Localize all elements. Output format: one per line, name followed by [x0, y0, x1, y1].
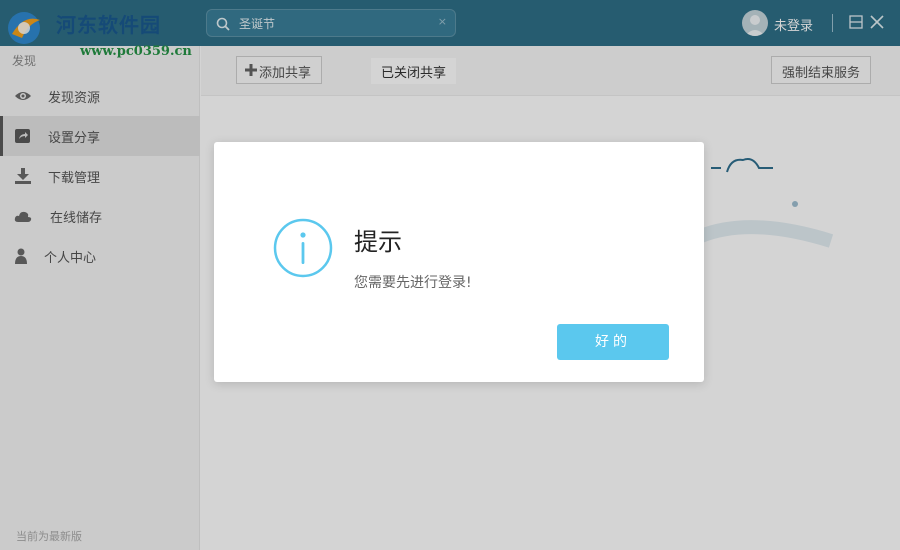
- dialog-title: 提示: [354, 228, 402, 256]
- login-prompt-dialog: 提示 您需要先进行登录! 好的: [214, 142, 704, 382]
- dialog-message: 您需要先进行登录!: [354, 275, 472, 291]
- ok-button[interactable]: 好的: [557, 324, 669, 360]
- brand-url-watermark: www.pc0359.cn: [80, 44, 192, 59]
- info-icon: [273, 218, 333, 278]
